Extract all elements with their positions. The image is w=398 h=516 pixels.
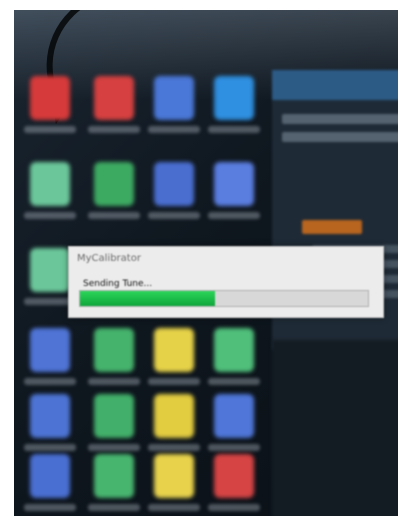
desktop-icon-caption xyxy=(88,504,140,511)
document-icon[interactable] xyxy=(30,328,70,372)
desktop-icon-caption xyxy=(88,378,140,385)
document-icon[interactable] xyxy=(154,76,194,120)
red-app-icon[interactable] xyxy=(30,76,70,120)
yellow-app-icon[interactable] xyxy=(154,454,194,498)
progress-bar xyxy=(79,290,369,307)
desktop-icon-caption xyxy=(208,126,260,133)
dialog-message: Sending Tune... xyxy=(83,279,153,289)
document-icon[interactable] xyxy=(214,394,254,438)
explorer-selected-folder[interactable] xyxy=(302,220,362,234)
desktop-icon-caption xyxy=(88,126,140,133)
desktop-icon-caption xyxy=(88,444,140,451)
yellow-app-icon[interactable] xyxy=(154,394,194,438)
red-app-icon[interactable] xyxy=(214,454,254,498)
explorer-toolbar xyxy=(282,114,398,124)
desktop-icon-caption xyxy=(88,212,140,219)
desktop-icon-caption xyxy=(208,444,260,451)
document-icon[interactable] xyxy=(214,162,254,206)
explorer-title-bar xyxy=(272,70,398,100)
desktop-icon-caption xyxy=(24,378,76,385)
document-icon[interactable] xyxy=(30,394,70,438)
document-icon[interactable] xyxy=(154,162,194,206)
desktop-icon-caption xyxy=(208,212,260,219)
desktop-icon-caption xyxy=(148,212,200,219)
explorer-lower-pane xyxy=(272,340,398,516)
desktop-icon-caption xyxy=(148,444,200,451)
yellow-app-icon[interactable] xyxy=(154,328,194,372)
desktop-icon-caption xyxy=(24,126,76,133)
desktop-icon-caption xyxy=(24,504,76,511)
progress-dialog: MyCalibrator Sending Tune... xyxy=(68,246,384,318)
explorer-address-bar xyxy=(282,132,398,142)
desktop-icon-caption xyxy=(24,212,76,219)
green-app-icon[interactable] xyxy=(30,248,70,292)
green-app-icon[interactable] xyxy=(94,394,134,438)
red-app-icon[interactable] xyxy=(94,76,134,120)
desktop-icon-caption xyxy=(208,378,260,385)
green-app-icon[interactable] xyxy=(94,162,134,206)
green-app-icon[interactable] xyxy=(94,454,134,498)
desktop-icon-caption xyxy=(148,378,200,385)
green-app-icon[interactable] xyxy=(30,162,70,206)
desktop-icon-caption xyxy=(24,444,76,451)
document-icon[interactable] xyxy=(30,454,70,498)
progress-bar-fill xyxy=(80,291,216,306)
desktop-icon-caption xyxy=(208,504,260,511)
green-app-icon[interactable] xyxy=(214,328,254,372)
green-app-icon[interactable] xyxy=(94,328,134,372)
dialog-title: MyCalibrator xyxy=(77,253,141,264)
blue-app-icon[interactable] xyxy=(214,76,254,120)
desktop-icon-caption xyxy=(148,126,200,133)
desktop-icon-caption xyxy=(148,504,200,511)
